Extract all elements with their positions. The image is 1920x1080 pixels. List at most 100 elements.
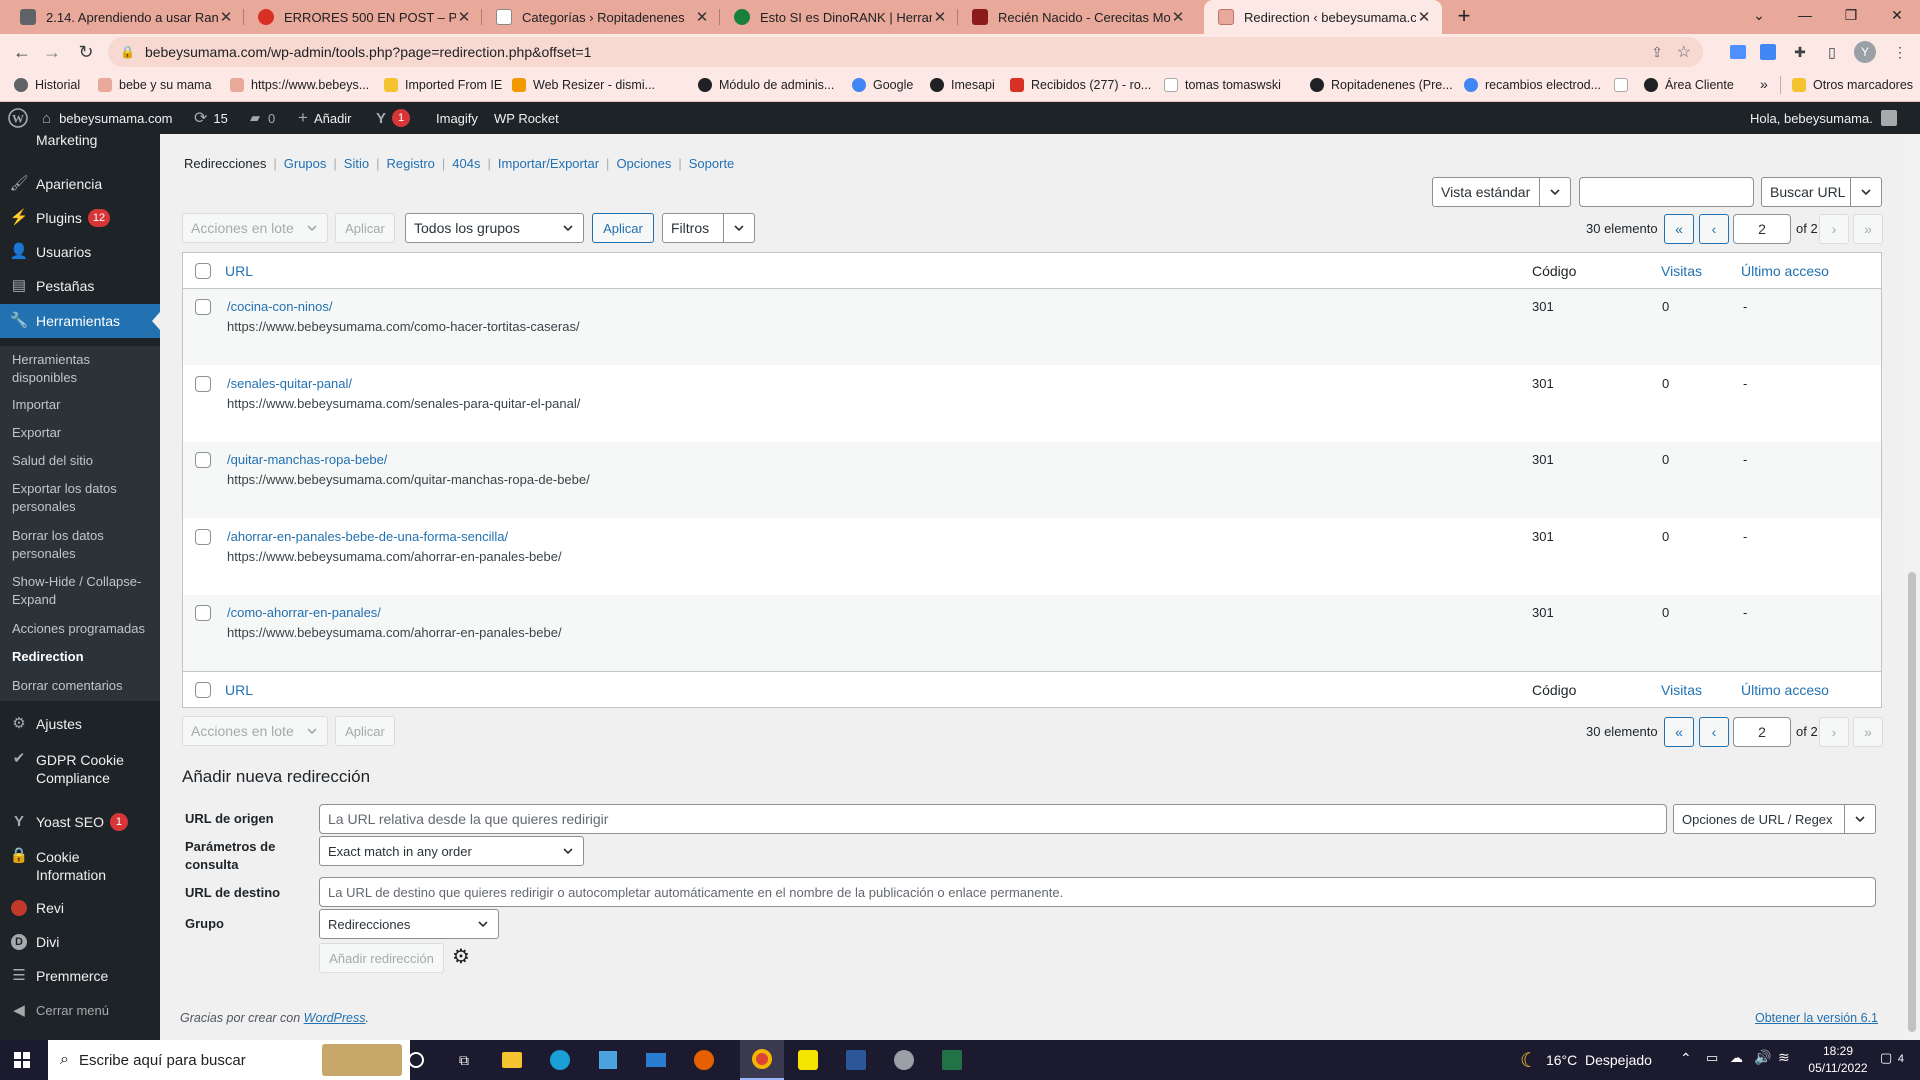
row-checkbox[interactable] [195, 299, 211, 315]
browser-tab[interactable]: ERRORES 500 EN POST – Pregun ✕ [244, 0, 482, 34]
weather-widget[interactable]: ☾ 16°C Despejado [1520, 1040, 1652, 1080]
yoast-link[interactable]: Y 1 [376, 102, 411, 134]
submenu-exportar-datos[interactable]: Exportar los datos personales [12, 480, 152, 516]
word-icon[interactable] [836, 1046, 876, 1074]
tab-close-icon[interactable]: ✕ [218, 8, 234, 26]
get-version-link[interactable]: Obtener la versión 6.1 [1755, 1011, 1878, 1025]
store-icon[interactable] [588, 1046, 628, 1074]
bookmark-item[interactable]: https://www.bebeys... [230, 78, 369, 92]
imagify-link[interactable]: Imagify [436, 102, 478, 134]
next-page-button-bottom[interactable]: › [1819, 717, 1849, 747]
column-last-access[interactable]: Último acceso [1741, 263, 1829, 279]
sidebar-item-plugins[interactable]: ⚡ Plugins 12 [0, 208, 160, 228]
network-icon[interactable]: ▭ [1706, 1050, 1718, 1066]
advanced-settings-gear-icon[interactable]: ⚙ [452, 946, 470, 968]
search-url-button[interactable]: Buscar URL [1761, 177, 1882, 207]
add-redirect-button[interactable]: Añadir redirección [319, 943, 444, 973]
add-new-link[interactable]: + Añadir [298, 102, 352, 134]
collapse-menu-button[interactable]: ◀ Cerrar menú [0, 1001, 160, 1021]
excel-icon[interactable] [932, 1046, 972, 1074]
sidebar-item-yoast[interactable]: Y Yoast SEO 1 [0, 812, 160, 832]
wifi-icon[interactable]: ≋ [1778, 1049, 1790, 1066]
submenu-exportar[interactable]: Exportar [12, 424, 152, 442]
select-all-checkbox-bottom[interactable] [195, 682, 211, 698]
bookmark-item[interactable]: Web Resizer - dismi... [512, 78, 655, 92]
browser-tab[interactable]: Recién Nacido - Cerecitas Moda ✕ [958, 0, 1196, 34]
group-filter-select[interactable]: Todos los grupos [405, 213, 584, 243]
bookmark-item[interactable]: Área Cliente [1644, 78, 1734, 92]
minimize-icon[interactable]: — [1782, 0, 1828, 30]
bulk-apply-button-bottom[interactable]: Aplicar [335, 716, 395, 746]
onedrive-icon[interactable]: ☁ [1730, 1050, 1743, 1066]
browser-tab[interactable]: Categorías › Ropitadenenes ✕ [482, 0, 720, 34]
edge-icon[interactable] [540, 1046, 580, 1074]
search-input[interactable] [1579, 177, 1754, 207]
query-params-select[interactable]: Exact match in any order [319, 836, 584, 866]
bulk-apply-button-top[interactable]: Aplicar [335, 213, 395, 243]
paint-icon[interactable] [884, 1046, 924, 1074]
windows-start-icon[interactable] [2, 1046, 42, 1074]
submenu-borrar-comentarios[interactable]: Borrar comentarios [12, 677, 152, 695]
bookmark-item[interactable]: Módulo de adminis... [698, 78, 834, 92]
bookmark-item[interactable]: recambios electrod... [1464, 78, 1601, 92]
submenu-show-hide[interactable]: Show-Hide / Collapse-Expand [12, 573, 152, 609]
submenu-borrar-datos[interactable]: Borrar los datos personales [12, 527, 152, 563]
clock[interactable]: 18:29 05/11/2022 [1806, 1043, 1870, 1077]
group-apply-button[interactable]: Aplicar [592, 213, 654, 243]
source-url-link[interactable]: /cocina-con-ninos/ [227, 299, 333, 314]
tab-close-icon[interactable]: ✕ [1416, 8, 1432, 26]
bookmark-item[interactable] [1614, 78, 1635, 92]
bookmark-item[interactable]: Google [852, 78, 913, 92]
extension-icon[interactable] [1728, 42, 1748, 62]
close-window-icon[interactable]: ✕ [1874, 0, 1920, 30]
bookmark-star-icon[interactable]: ☆ [1677, 42, 1691, 62]
more-bookmarks-button[interactable]: » [1760, 76, 1768, 92]
tab-search-icon[interactable]: ⌄ [1736, 0, 1782, 30]
current-page-input-bottom[interactable]: 2 [1733, 717, 1791, 747]
subnav-redirecciones[interactable]: Redirecciones [184, 156, 266, 171]
subnav-grupos[interactable]: Grupos [284, 156, 327, 171]
back-icon[interactable]: ← [8, 38, 36, 66]
sidebar-item-apariencia[interactable]: 🖌 Apariencia [0, 174, 160, 194]
task-view-icon[interactable]: ⧉ [444, 1046, 484, 1074]
subnav-registro[interactable]: Registro [386, 156, 434, 171]
row-checkbox[interactable] [195, 605, 211, 621]
task-app-icon[interactable] [788, 1046, 828, 1074]
taskbar-search-box[interactable]: ⌕ Escribe aquí para buscar [48, 1040, 410, 1080]
column-hits[interactable]: Visitas [1661, 263, 1702, 279]
prev-page-button-bottom[interactable]: ‹ [1699, 717, 1729, 747]
scrollbar-thumb[interactable] [1908, 572, 1916, 1032]
select-all-checkbox[interactable] [195, 263, 211, 279]
bookmark-item[interactable]: bebe y su mama [98, 78, 211, 92]
url-options-select[interactable]: Opciones de URL / Regex [1673, 804, 1876, 834]
translate-icon[interactable] [1758, 42, 1778, 62]
column-url-bottom[interactable]: URL [225, 682, 253, 698]
firefox-icon[interactable] [684, 1046, 724, 1074]
last-page-button[interactable]: » [1853, 214, 1883, 244]
bulk-actions-select-top[interactable]: Acciones en lote [182, 213, 328, 243]
submenu-acciones-programadas[interactable]: Acciones programadas [12, 620, 152, 638]
last-page-button-bottom[interactable]: » [1853, 717, 1883, 747]
subnav-opciones[interactable]: Opciones [616, 156, 671, 171]
sidebar-item-revi[interactable]: Revi [0, 898, 160, 918]
source-url-link[interactable]: /quitar-manchas-ropa-bebe/ [227, 452, 387, 467]
sidebar-item-premmerce[interactable]: ☰ Premmerce [0, 966, 160, 986]
new-tab-button[interactable]: + [1452, 5, 1476, 29]
first-page-button-bottom[interactable]: « [1664, 717, 1694, 747]
mail-icon[interactable] [636, 1046, 676, 1074]
address-bar[interactable]: 🔒 bebeysumama.com/wp-admin/tools.php?pag… [108, 37, 1703, 67]
chrome-icon[interactable] [740, 1040, 784, 1080]
row-checkbox[interactable] [195, 529, 211, 545]
sidebar-item-gdpr[interactable]: ✔ GDPR Cookie Compliance [0, 750, 160, 788]
tab-close-icon[interactable]: ✕ [456, 8, 472, 26]
updates-link[interactable]: ⟳ 15 [194, 102, 228, 134]
bulk-actions-select-bottom[interactable]: Acciones en lote [182, 716, 328, 746]
view-mode-select[interactable]: Vista estándar [1432, 177, 1571, 207]
source-url-link[interactable]: /como-ahorrar-en-panales/ [227, 605, 381, 620]
tray-chevron-icon[interactable]: ⌃ [1680, 1050, 1692, 1067]
sidebar-item-cookie-information[interactable]: 🔒 Cookie Information [0, 847, 160, 885]
subnav-404s[interactable]: 404s [452, 156, 480, 171]
submenu-redirection[interactable]: Redirection [12, 648, 152, 666]
bookmark-item[interactable]: Imported From IE [384, 78, 502, 92]
bookmark-item[interactable]: Ropitadenenes (Pre... [1310, 78, 1453, 92]
